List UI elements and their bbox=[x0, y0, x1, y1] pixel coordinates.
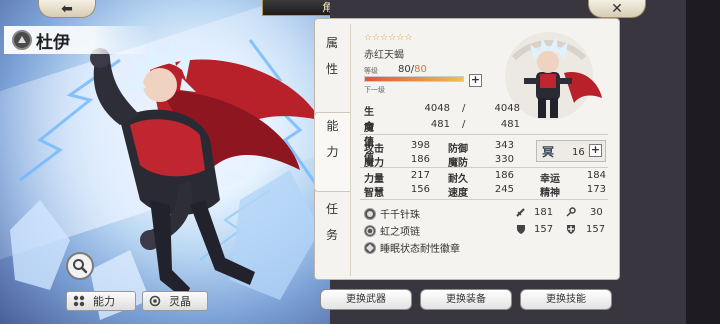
panel-divider bbox=[350, 24, 351, 276]
magnifier-icon bbox=[73, 259, 88, 274]
shield-icon bbox=[517, 225, 525, 234]
stat-def-value: 343 bbox=[494, 140, 514, 151]
mp-max: 481 bbox=[500, 119, 520, 130]
back-button[interactable]: ⬅ bbox=[38, 0, 96, 18]
equipment-name-2: 虹之项链 bbox=[380, 227, 420, 238]
equipment-divider bbox=[360, 199, 608, 200]
star-rating: ☆☆☆☆☆☆ bbox=[364, 33, 413, 43]
character-title: 赤红天蝎 bbox=[364, 50, 404, 61]
hp-separator: / bbox=[462, 103, 466, 114]
tab-attribute-char1: 属 bbox=[325, 36, 338, 50]
stat-str-label: 力量 bbox=[364, 174, 384, 185]
stats-divider bbox=[360, 167, 608, 168]
close-icon: ✕ bbox=[611, 0, 623, 17]
tab-attribute[interactable]: 属 性 bbox=[314, 30, 350, 106]
ability-tab-label: 能力 bbox=[93, 295, 115, 308]
equip-def-value: 157 bbox=[534, 224, 554, 235]
tab-ability[interactable]: 能 力 bbox=[314, 112, 350, 192]
hp-max: 4048 bbox=[494, 103, 520, 114]
stat-spi-label: 精神 bbox=[540, 188, 560, 199]
sword-icon bbox=[516, 208, 525, 217]
level-label: 等级 bbox=[364, 67, 378, 75]
key-icon bbox=[566, 207, 576, 217]
tab-task-char1: 任 bbox=[325, 202, 338, 216]
level-value: 80/80 bbox=[398, 64, 427, 75]
equip-key-value: 30 bbox=[590, 207, 603, 218]
hp-current: 4048 bbox=[424, 103, 450, 114]
mp-current: 481 bbox=[430, 119, 450, 130]
equipment-slot-3[interactable]: 睡眠状态耐性徽章 bbox=[364, 240, 460, 255]
stat-int-value: 156 bbox=[410, 184, 430, 195]
magic-shield-icon bbox=[567, 225, 575, 234]
tab-ability-char1: 能 bbox=[326, 119, 339, 133]
close-button[interactable]: ✕ bbox=[588, 0, 646, 18]
equip-mdef-value: 157 bbox=[586, 224, 606, 235]
level-max: 80 bbox=[414, 64, 427, 75]
level-progress-fill bbox=[365, 77, 463, 81]
tab-attribute-char2: 性 bbox=[325, 62, 338, 76]
attribute-points-icon: 冥 bbox=[542, 145, 555, 159]
character-name-banner: 杜伊 bbox=[4, 26, 154, 54]
equipment-name-3: 睡眠状态耐性徽章 bbox=[380, 244, 460, 255]
stat-def-label: 防御 bbox=[448, 144, 468, 155]
level-up-plus-button[interactable]: + bbox=[469, 74, 482, 87]
crystal-tab-button[interactable]: 灵晶 bbox=[142, 291, 208, 311]
equipment-name-1: 千千针珠 bbox=[380, 210, 420, 221]
necklace-icon bbox=[364, 224, 376, 237]
stat-end-label: 耐久 bbox=[448, 174, 468, 185]
attribute-points-plus-button[interactable]: + bbox=[589, 144, 602, 157]
level-current: 80 bbox=[398, 64, 411, 75]
change-equipment-button[interactable]: 更换装备 bbox=[420, 289, 512, 310]
attribute-points-value: 16 bbox=[572, 147, 585, 158]
vitals-divider bbox=[360, 134, 608, 135]
change-weapon-button[interactable]: 更换武器 bbox=[320, 289, 412, 310]
tab-ability-char2: 力 bbox=[326, 145, 339, 159]
class-emblem-icon bbox=[12, 30, 32, 50]
stat-luk-label: 幸运 bbox=[540, 174, 560, 185]
stat-luk-value: 184 bbox=[586, 170, 606, 181]
character-artwork: 杜伊 能力 灵晶 bbox=[0, 0, 330, 324]
level-progress-bar bbox=[364, 76, 464, 82]
stat-spd-label: 速度 bbox=[448, 188, 468, 199]
right-edge-strip bbox=[686, 0, 720, 324]
character-name: 杜伊 bbox=[36, 32, 70, 53]
crystal-tab-label: 灵晶 bbox=[169, 295, 191, 308]
badge-icon bbox=[364, 241, 376, 254]
mp-separator: / bbox=[462, 119, 466, 130]
ability-tab-button[interactable]: 能力 bbox=[66, 291, 136, 311]
stat-spd-value: 245 bbox=[494, 184, 514, 195]
stat-mag-value: 186 bbox=[410, 154, 430, 165]
ability-grid-icon bbox=[73, 295, 85, 307]
stat-spi-value: 173 bbox=[586, 184, 606, 195]
stat-atk-value: 398 bbox=[410, 140, 430, 151]
equipment-slot-2[interactable]: 虹之项链 bbox=[364, 223, 420, 238]
equipment-slot-1[interactable]: 千千针珠 bbox=[364, 206, 420, 221]
crystal-gear-icon bbox=[149, 295, 161, 307]
next-level-label: 下一级 bbox=[364, 86, 385, 94]
stat-end-value: 186 bbox=[494, 170, 514, 181]
tab-task-char2: 务 bbox=[325, 228, 338, 242]
stat-int-label: 智慧 bbox=[364, 188, 384, 199]
stat-atk-label: 攻击 bbox=[364, 144, 384, 155]
bead-icon bbox=[364, 207, 376, 220]
equip-atk-value: 181 bbox=[534, 207, 554, 218]
stat-str-value: 217 bbox=[410, 170, 430, 181]
back-arrow-icon: ⬅ bbox=[61, 0, 73, 17]
tab-task[interactable]: 任 务 bbox=[314, 196, 350, 272]
zoom-artwork-button[interactable] bbox=[66, 252, 94, 280]
change-skill-button[interactable]: 更换技能 bbox=[520, 289, 612, 310]
stat-mdef-value: 330 bbox=[494, 154, 514, 165]
